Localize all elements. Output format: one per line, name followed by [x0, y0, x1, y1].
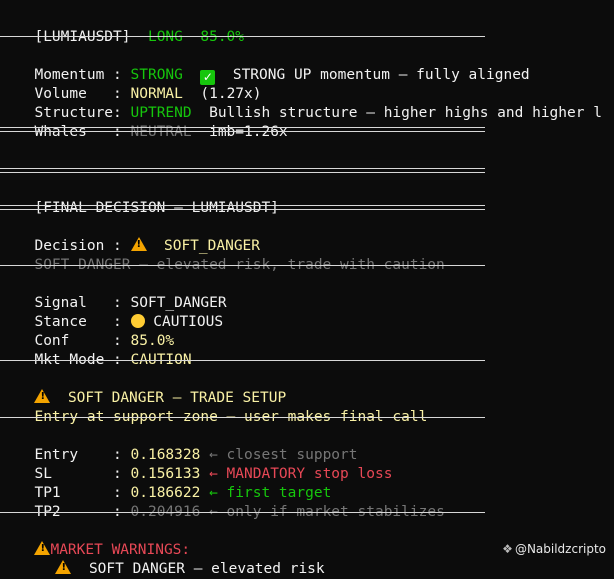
divider — [0, 265, 485, 266]
sparkle-icon: ❖ — [502, 542, 513, 556]
final-decision-title: [FINAL DECISION — LUMIAUSDT] — [17, 180, 278, 216]
decision-line: Decision : SOFT_DANGER — [17, 218, 260, 254]
metric-desc: STRONG UP momentum — fully aligned — [232, 67, 530, 83]
double-divider — [0, 168, 485, 173]
metric-volume: Volume : NORMAL (1.27x) — [17, 66, 261, 102]
direction-badge: LONG — [147, 29, 183, 45]
conf-line: Conf : 85.0% — [17, 313, 174, 349]
warnings-title-line: MARKET WARNINGS: — [17, 522, 190, 558]
level-entry: Entry : 0.168328 ← closest support — [17, 427, 357, 463]
watermark-handle: @Nabildzcripto — [514, 542, 606, 556]
confidence-value: 85.0% — [200, 29, 245, 45]
level-sl: SL : 0.156133 ← MANDATORY stop loss — [17, 446, 392, 482]
level-tp2: TP2 : 0.204916 ← only if market stabiliz… — [17, 484, 444, 520]
header-line: [LUMIAUSDT] LONG 85.0% — [17, 9, 244, 45]
metric-momentum: Momentum : STRONG ✓ STRONG UP momentum —… — [17, 47, 530, 85]
warning-item: SOFT DANGER — elevated risk — [88, 561, 325, 577]
symbol-title: [LUMIAUSDT] — [34, 29, 131, 45]
double-divider — [0, 205, 485, 210]
setup-title-line: SOFT DANGER — TRADE SETUP — [17, 370, 286, 406]
metric-whales: Whales : NEUTRAL imb=1.26x — [17, 104, 287, 140]
decision-note: SOFT DANGER — elevated risk, trade with … — [17, 237, 444, 273]
level-tp1: TP1 : 0.186622 ← first target — [17, 465, 331, 501]
mode-line: Mkt Mode : CAUTION — [17, 332, 191, 368]
signal-line: Signal : SOFT_DANGER — [17, 275, 226, 311]
double-divider — [0, 127, 485, 132]
stance-line: Stance : CAUTIOUS — [17, 294, 223, 330]
metric-structure: Structure: UPTREND Bullish structure — h… — [17, 85, 601, 121]
warning-item-line: SOFT DANGER — elevated risk — [38, 541, 325, 577]
watermark: ❖ @Nabildzcripto — [495, 528, 606, 556]
setup-subtitle-line: Entry at support zone — user makes final… — [17, 389, 427, 425]
divider — [0, 36, 485, 37]
divider — [0, 512, 485, 513]
divider — [0, 360, 485, 361]
divider — [0, 417, 485, 418]
warning-icon — [55, 560, 72, 574]
